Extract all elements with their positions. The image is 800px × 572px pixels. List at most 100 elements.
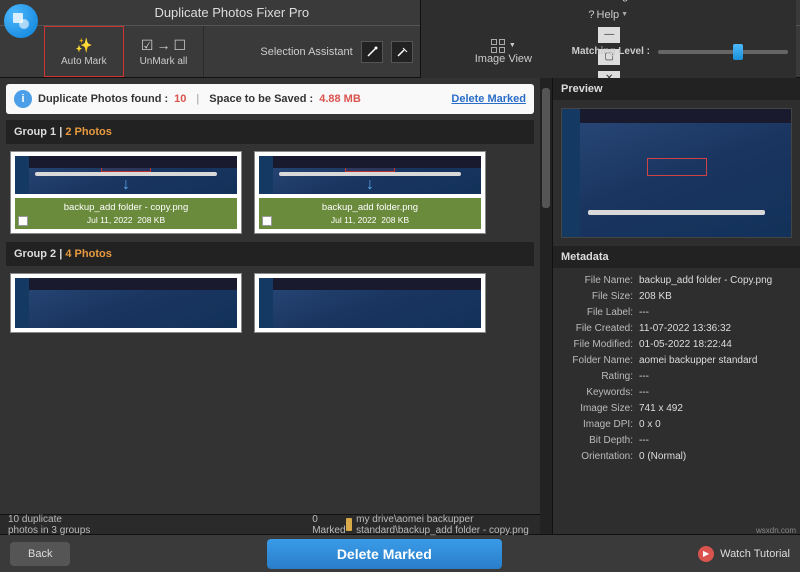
thumbnail-size: 208 KB — [137, 215, 165, 225]
back-button[interactable]: Back — [10, 542, 70, 566]
play-icon: ▶ — [698, 546, 714, 562]
thumbnail-filename: backup_add folder.png — [261, 202, 479, 213]
metadata-value: --- — [639, 435, 792, 446]
watch-tutorial-button[interactable]: ▶ Watch Tutorial — [698, 546, 790, 562]
metadata-key: Rating: — [561, 371, 639, 382]
group-count: 4 Photos — [65, 248, 111, 260]
thumbnail-checkbox[interactable] — [18, 216, 28, 226]
delete-marked-link[interactable]: Delete Marked — [451, 93, 526, 105]
metadata-row: Rating:--- — [561, 368, 792, 384]
matching-level-slider[interactable] — [658, 50, 788, 54]
selection-tool-1[interactable] — [361, 41, 383, 63]
delete-marked-button[interactable]: Delete Marked — [267, 539, 502, 569]
automark-button[interactable]: ✨ Auto Mark — [44, 26, 124, 77]
metadata-row: File Label:--- — [561, 304, 792, 320]
selection-assistant: Selection Assistant — [244, 41, 428, 63]
settings-button[interactable]: ✿Settings — [583, 0, 634, 3]
thumbnail-card[interactable] — [254, 273, 486, 333]
thumbnail-image: ↓ — [259, 156, 481, 194]
checkbox-empty-icon: ☐ — [173, 37, 186, 54]
settings-label: Settings — [594, 0, 634, 2]
group-header: Group 1 | 2 Photos — [6, 120, 534, 144]
metadata-key: Image DPI: — [561, 419, 639, 430]
metadata-row: Bit Depth:--- — [561, 432, 792, 448]
group-name: Group 1 — [14, 126, 56, 138]
watermark: wsxdn.com — [756, 526, 796, 535]
vertical-scrollbar[interactable] — [540, 78, 552, 534]
app-logo-icon — [4, 4, 38, 38]
metadata-key: File Name: — [561, 275, 639, 286]
metadata-value: 11-07-2022 13:36:32 — [639, 323, 792, 334]
image-view-label: Image View — [475, 53, 532, 65]
watch-tutorial-label: Watch Tutorial — [720, 548, 790, 560]
unmark-all-button[interactable]: ☑→☐ UnMark all — [124, 26, 205, 77]
metadata-key: Image Size: — [561, 403, 639, 414]
metadata-key: Bit Depth: — [561, 435, 639, 446]
arrow-right-icon: → — [156, 37, 170, 53]
metadata-value: 208 KB — [639, 291, 792, 302]
help-text: Help — [597, 9, 620, 21]
metadata-header: Metadata — [553, 246, 800, 268]
thumbnail-checkbox[interactable] — [262, 216, 272, 226]
metadata-key: File Label: — [561, 307, 639, 318]
app-title: Duplicate Photos Fixer Pro — [44, 5, 420, 20]
metadata-row: Image DPI:0 x 0 — [561, 416, 792, 432]
image-view-toggle[interactable]: ▼ Image View — [459, 39, 548, 65]
help-button[interactable]: ?Help▼ — [588, 9, 628, 21]
space-label: Space to be Saved : — [209, 93, 313, 105]
group-name: Group 2 — [14, 248, 56, 260]
chevron-down-icon: ▼ — [509, 42, 516, 49]
thumbnail-card[interactable] — [10, 273, 242, 333]
help-label: ? — [588, 9, 594, 21]
metadata-table: File Name:backup_add folder - Copy.pngFi… — [553, 268, 800, 468]
status-marked-count: 0 Marked — [312, 514, 345, 536]
metadata-key: Orientation: — [561, 451, 639, 462]
status-filepath: my drive\aomei backupper standard\backup… — [356, 514, 532, 536]
minimize-button[interactable]: — — [598, 27, 620, 43]
wand-icon: ✨ — [75, 37, 92, 54]
metadata-value: 0 x 0 — [639, 419, 792, 430]
metadata-key: Keywords: — [561, 387, 639, 398]
metadata-key: Folder Name: — [561, 355, 639, 366]
metadata-key: File Size: — [561, 291, 639, 302]
matching-level-label: Matching Level : — [572, 46, 650, 57]
metadata-value: 0 (Normal) — [639, 451, 792, 462]
thumbnail-card[interactable]: ↓ backup_add folder - copy.png Jul 11, 2… — [10, 151, 242, 234]
thumbnail-date: Jul 11, 2022 — [87, 215, 133, 225]
preview-header: Preview — [553, 78, 800, 100]
checkbox-checked-icon: ☑ — [141, 37, 154, 54]
metadata-row: File Modified:01-05-2022 18:22:44 — [561, 336, 792, 352]
metadata-value: aomei backupper standard — [639, 355, 792, 366]
thumbnail-filename: backup_add folder - copy.png — [17, 202, 235, 213]
thumbnail-image — [259, 278, 481, 328]
thumbnail-card[interactable]: ↓ backup_add folder.png Jul 11, 2022 208… — [254, 151, 486, 234]
metadata-key: File Created: — [561, 323, 639, 334]
metadata-row: File Name:backup_add folder - Copy.png — [561, 272, 792, 288]
automark-label: Auto Mark — [61, 56, 107, 67]
preview-image — [561, 108, 792, 238]
metadata-value: 741 x 492 — [639, 403, 792, 414]
selection-tool-2[interactable] — [391, 41, 413, 63]
metadata-value: --- — [639, 371, 792, 382]
selection-assistant-label: Selection Assistant — [260, 46, 352, 58]
dup-label: Duplicate Photos found : — [38, 93, 168, 105]
metadata-row: Folder Name:aomei backupper standard — [561, 352, 792, 368]
status-bar: 10 duplicate photos in 3 groups 0 Marked… — [0, 514, 540, 534]
info-icon: i — [14, 90, 32, 108]
metadata-value: --- — [639, 307, 792, 318]
group-header: Group 2 | 4 Photos — [6, 242, 534, 266]
thumbnail-size: 208 KB — [381, 215, 409, 225]
bottom-bar: Back Delete Marked ▶ Watch Tutorial — [0, 534, 800, 572]
gear-icon: ✿ — [583, 0, 592, 3]
metadata-value: backup_add folder - Copy.png — [639, 275, 792, 286]
group-count: 2 Photos — [65, 126, 111, 138]
thumbnail-image: ↓ — [15, 156, 237, 194]
results-panel: i Duplicate Photos found : 10 | Space to… — [0, 78, 540, 534]
chevron-down-icon: ▼ — [621, 11, 628, 18]
thumbnail-date: Jul 11, 2022 — [331, 215, 377, 225]
metadata-key: File Modified: — [561, 339, 639, 350]
metadata-row: File Created:11-07-2022 13:36:32 — [561, 320, 792, 336]
details-panel: Preview Metadata File Name:backup_add fo… — [552, 78, 800, 534]
titlebar: Duplicate Photos Fixer Pro ▼ ✿Settings ?… — [0, 0, 800, 26]
info-bar: i Duplicate Photos found : 10 | Space to… — [6, 84, 534, 114]
